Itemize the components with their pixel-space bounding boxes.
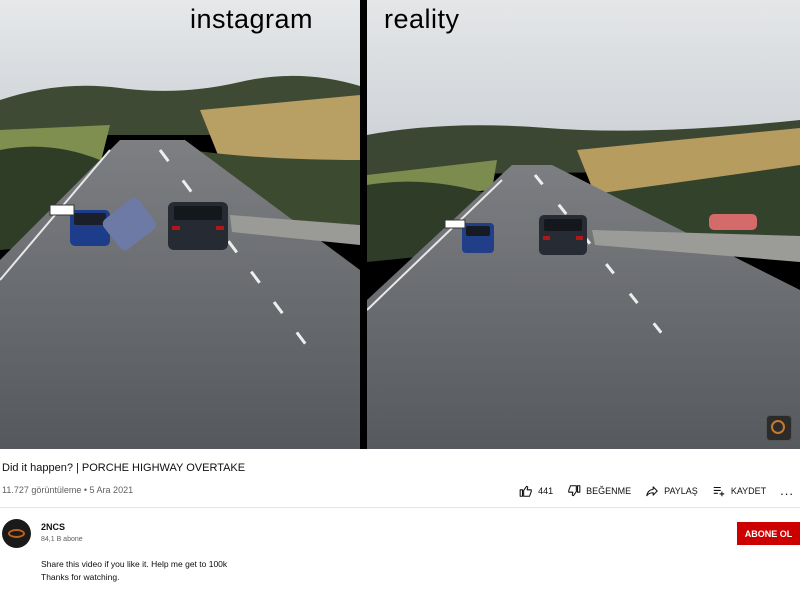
channel-avatar[interactable]: [2, 519, 31, 548]
video-description: Share this video if you like it. Help me…: [41, 558, 227, 584]
description-line: Thanks for watching.: [41, 572, 120, 582]
dislike-button[interactable]: BEĞENME: [567, 484, 631, 498]
playlist-add-icon: [713, 486, 725, 497]
share-icon: [646, 486, 658, 497]
channel-watermark-icon[interactable]: [766, 415, 792, 441]
video-meta: 11.727 görüntüleme • 5 Ara 2021: [2, 485, 134, 495]
video-actions: 441 BEĞENME PAYLAŞ KAYDET ...: [519, 484, 794, 498]
share-label: PAYLAŞ: [664, 486, 698, 496]
road-scene-instagram: [0, 0, 360, 449]
like-count: 441: [538, 486, 554, 496]
video-title: Did it happen? | PORCHE HIGHWAY OVERTAKE: [2, 462, 246, 474]
video-player[interactable]: instagram reality: [0, 0, 800, 449]
divider-line: [0, 507, 800, 508]
more-icon: ...: [780, 483, 794, 498]
road-scene-reality: [367, 0, 800, 449]
dislike-label: BEĞENME: [586, 486, 632, 496]
caption-instagram: instagram: [190, 4, 314, 34]
video-panel-instagram: instagram: [0, 0, 360, 449]
caption-reality: reality: [384, 4, 460, 34]
channel-name[interactable]: 2NCS: [41, 522, 65, 532]
thumbs-down-icon: [568, 485, 581, 497]
thumbs-up-icon: [519, 485, 532, 497]
like-button[interactable]: 441: [519, 484, 553, 498]
panel-divider: [360, 0, 367, 449]
subscriber-count: 84,1 B abone: [41, 536, 83, 543]
subscribe-button[interactable]: ABONE OL: [737, 522, 800, 545]
video-panel-reality: reality: [367, 0, 800, 449]
description-line: Share this video if you like it. Help me…: [41, 559, 228, 569]
more-actions-button[interactable]: ...: [780, 483, 794, 498]
share-button[interactable]: PAYLAŞ: [645, 484, 698, 498]
save-label: KAYDET: [730, 486, 767, 496]
save-button[interactable]: KAYDET: [712, 484, 766, 498]
